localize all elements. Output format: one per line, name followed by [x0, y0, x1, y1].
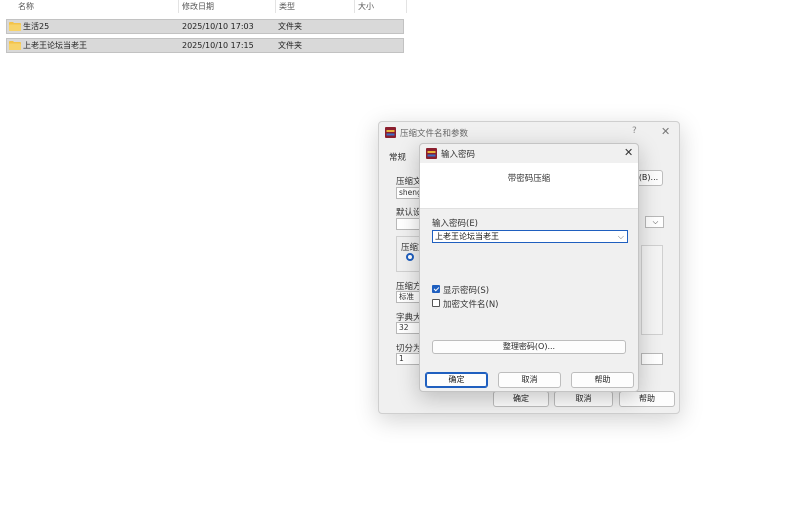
- help-icon[interactable]: ?: [632, 126, 637, 136]
- winrar-icon: [426, 148, 437, 159]
- config-dropdown[interactable]: ⌵: [645, 216, 664, 228]
- file-list: 名称 修改日期 类型 大小 生活25 2025/10/10 17:03 文件夹 …: [0, 0, 410, 60]
- file-name: 生活25: [23, 22, 50, 31]
- tab-general[interactable]: 常规: [389, 151, 406, 163]
- password-input[interactable]: 上老王论坛当老王 ⌵: [432, 230, 628, 243]
- encrypt-names-checkbox[interactable]: [432, 299, 440, 307]
- winrar-icon: [385, 127, 396, 138]
- dialog-title: 压缩文件名和参数: [400, 129, 469, 139]
- show-password-checkbox[interactable]: [432, 285, 440, 293]
- dialog-subtitle: 带密码压缩: [507, 174, 551, 184]
- folder-icon: [9, 22, 21, 31]
- help-button[interactable]: 帮助: [619, 391, 675, 407]
- organize-passwords-button[interactable]: 整理密码(O)...: [432, 340, 626, 354]
- folder-icon: [9, 41, 21, 50]
- close-icon[interactable]: ✕: [661, 126, 670, 137]
- encrypt-names-label[interactable]: 加密文件名(N): [443, 298, 499, 310]
- dialog-header: 带密码压缩: [420, 163, 638, 209]
- close-icon[interactable]: ✕: [624, 147, 633, 158]
- file-date: 2025/10/10 17:15: [182, 41, 254, 50]
- help-button[interactable]: 帮助: [571, 372, 634, 388]
- dialog-title: 输入密码: [441, 150, 476, 160]
- column-divider[interactable]: [178, 0, 179, 13]
- archive-name-label: 压缩文: [396, 177, 422, 187]
- format-radio[interactable]: [406, 253, 414, 261]
- file-name: 上老王论坛当老王: [23, 41, 87, 50]
- chevron-down-icon: ⌵: [652, 217, 659, 226]
- file-type: 文件夹: [278, 41, 302, 50]
- column-divider[interactable]: [354, 0, 355, 13]
- password-dialog: 输入密码 ✕ 带密码压缩 输入密码(E) 上老王论坛当老王 ⌵ 显示密码(S) …: [419, 143, 639, 392]
- column-divider[interactable]: [406, 0, 407, 13]
- column-header-name[interactable]: 名称: [18, 0, 34, 13]
- file-type: 文件夹: [278, 22, 302, 31]
- column-header-type[interactable]: 类型: [279, 0, 295, 13]
- default-config-label: 默认设: [396, 208, 422, 218]
- password-value: 上老王论坛当老王: [435, 232, 499, 241]
- file-row[interactable]: 上老王论坛当老王 2025/10/10 17:15 文件夹: [6, 38, 404, 53]
- file-row[interactable]: 生活25 2025/10/10 17:03 文件夹: [6, 19, 404, 34]
- column-divider[interactable]: [275, 0, 276, 13]
- chevron-down-icon[interactable]: ⌵: [618, 231, 624, 242]
- column-header-date[interactable]: 修改日期: [182, 0, 214, 13]
- cancel-button[interactable]: 取消: [498, 372, 561, 388]
- ok-button[interactable]: 确定: [425, 372, 488, 388]
- cancel-button[interactable]: 取消: [554, 391, 613, 407]
- password-label: 输入密码(E): [432, 219, 479, 229]
- ok-button[interactable]: 确定: [493, 391, 549, 407]
- column-header-size[interactable]: 大小: [358, 0, 374, 13]
- split-unit-field[interactable]: [641, 353, 663, 365]
- show-password-label[interactable]: 显示密码(S): [443, 284, 489, 296]
- options-panel: [641, 245, 663, 335]
- file-date: 2025/10/10 17:03: [182, 22, 254, 31]
